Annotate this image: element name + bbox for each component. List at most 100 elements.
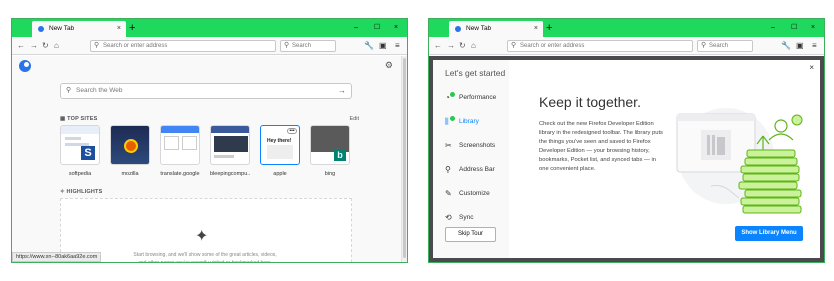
home-button[interactable]: ⌂ — [54, 40, 59, 52]
softpedia-logo-icon: S — [81, 146, 95, 160]
top-sites-heading: ▦ TOP SITES — [60, 116, 98, 122]
top-site-tile-bing[interactable]: b — [310, 125, 350, 165]
back-button[interactable]: ← — [17, 40, 25, 52]
minimize-button[interactable]: – — [771, 19, 775, 37]
address-bar-placeholder: Search or enter address — [103, 43, 168, 49]
top-site-label: softpedia — [68, 171, 92, 177]
highlights-empty-text: Start browsing, and we'll show some of t… — [133, 252, 277, 263]
maximize-button[interactable]: ☐ — [791, 19, 797, 37]
tour-item-label: Screenshots — [459, 142, 496, 149]
tour-item-customize[interactable]: ✎ Customize — [445, 188, 490, 200]
reload-button[interactable]: ↻ — [459, 40, 466, 52]
tour-item-sync[interactable]: ⟲ Sync — [445, 212, 473, 224]
skip-tour-button[interactable]: Skip Tour — [445, 227, 496, 242]
top-site-label: apple — [273, 171, 287, 177]
scissors-icon: ✂ — [445, 141, 452, 150]
firefox-favicon-icon — [455, 26, 461, 32]
tools-icon[interactable]: 🔧 — [781, 40, 791, 52]
more-options-icon[interactable]: ••• — [287, 128, 297, 134]
onboarding-description: Check out the new Firefox Developer Edit… — [539, 121, 663, 172]
onboarding-heading: Let's get started — [445, 68, 506, 78]
status-bar-url: https://www.xn--80ak6aa92e.com — [12, 252, 102, 262]
menu-icon[interactable]: ≡ — [812, 40, 817, 52]
scrollbar-thumb[interactable] — [403, 58, 406, 258]
tab-new-tab[interactable]: New Tab × — [449, 21, 543, 37]
tour-item-performance[interactable]: ◔ Performance — [445, 92, 496, 104]
tab-new-tab[interactable]: New Tab × — [32, 21, 126, 37]
close-window-button[interactable]: × — [811, 19, 815, 37]
address-bar[interactable]: ⚲ Search or enter address — [90, 40, 276, 52]
sync-icon: ⟲ — [445, 213, 452, 222]
highlights-label: HIGHLIGHTS — [66, 189, 103, 195]
search-box-placeholder: Search — [709, 43, 729, 49]
address-bar-placeholder: Search or enter address — [520, 43, 585, 49]
firefox-logo-icon — [124, 139, 138, 153]
library-icon: ⫼ — [445, 117, 449, 126]
scrollbar[interactable] — [401, 56, 407, 262]
onboarding-overlay: Let's get started ◔ Performance ⫼ Librar… — [429, 56, 824, 262]
search-go-icon[interactable]: → — [338, 84, 346, 98]
tour-item-label: Performance — [459, 94, 497, 101]
tools-icon[interactable]: 🔧 — [364, 40, 374, 52]
title-bar: New Tab × + – ☐ × — [12, 19, 407, 37]
reload-button[interactable]: ↻ — [42, 40, 49, 52]
onboarding-dialog: Let's get started ◔ Performance ⫼ Librar… — [433, 60, 820, 258]
top-site-label: mozilla — [121, 171, 139, 177]
home-button[interactable]: ⌂ — [471, 40, 476, 52]
web-search-placeholder: Search the Web — [76, 87, 123, 94]
highlights-heading: ✧ HIGHLIGHTS — [60, 189, 103, 195]
forward-button[interactable]: → — [30, 40, 38, 52]
web-search-input[interactable]: ⚲ Search the Web → — [60, 83, 352, 99]
address-bar[interactable]: ⚲ Search or enter address — [507, 40, 693, 52]
tour-item-label: Address Bar — [459, 166, 495, 173]
firefox-favicon-icon — [38, 26, 44, 32]
nav-toolbar: ← → ↻ ⌂ ⚲ Search or enter address ⚲ Sear… — [12, 37, 407, 55]
top-site-tile-mozilla[interactable] — [110, 125, 150, 165]
bing-logo-icon: b — [334, 149, 346, 161]
tab-close-icon[interactable]: × — [534, 21, 538, 37]
top-site-label: bleepingcompu... — [210, 171, 250, 177]
close-window-button[interactable]: × — [394, 19, 398, 37]
top-site-tile-apple[interactable]: Hey there! ••• — [260, 125, 300, 165]
search-icon: ⚲ — [445, 165, 451, 174]
minimize-button[interactable]: – — [354, 19, 358, 37]
firefox-logo-icon — [19, 60, 31, 72]
top-site-tile-translate-google[interactable] — [160, 125, 200, 165]
maximize-button[interactable]: ☐ — [374, 19, 380, 37]
search-icon: ⚲ — [701, 42, 707, 49]
close-icon[interactable]: × — [809, 63, 814, 72]
tab-close-icon[interactable]: × — [117, 21, 121, 37]
back-button[interactable]: ← — [434, 40, 442, 52]
tour-item-label: Sync — [459, 214, 474, 221]
search-box[interactable]: ⚲ Search — [697, 40, 753, 52]
new-tab-button[interactable]: + — [546, 20, 552, 36]
edit-top-sites-button[interactable]: Edit — [350, 116, 359, 122]
tour-item-label: Customize — [459, 190, 490, 197]
sidebar-icon[interactable]: ▣ — [796, 40, 804, 52]
gear-icon[interactable]: ⚙ — [385, 60, 393, 71]
top-site-tile-softpedia[interactable]: S — [60, 125, 100, 165]
top-site-tile-bleepingcomputer[interactable] — [210, 125, 250, 165]
top-site-label: bing — [324, 171, 336, 177]
onboarding-title: Keep it together. — [539, 94, 641, 110]
tab-title: New Tab — [466, 25, 492, 32]
browser-window-right: New Tab × + – ☐ × ← → ↻ ⌂ ⚲ Search or en… — [428, 18, 825, 263]
menu-icon[interactable]: ≡ — [395, 40, 400, 52]
show-library-menu-button[interactable]: Show Library Menu — [735, 226, 803, 241]
browser-window-left: New Tab × + – ☐ × ← → ↻ ⌂ ⚲ Search or en… — [11, 18, 408, 263]
nav-toolbar: ← → ↻ ⌂ ⚲ Search or enter address ⚲ Sear… — [429, 37, 824, 55]
brush-icon: ✎ — [445, 189, 452, 198]
tour-item-library[interactable]: ⫼ Library — [445, 116, 479, 128]
sidebar-icon[interactable]: ▣ — [379, 40, 387, 52]
tour-item-address-bar[interactable]: ⚲ Address Bar — [445, 164, 495, 176]
completed-check-icon — [450, 116, 455, 121]
tour-item-screenshots[interactable]: ✂ Screenshots — [445, 140, 495, 152]
search-icon: ⚲ — [284, 42, 290, 49]
forward-button[interactable]: → — [447, 40, 455, 52]
library-illustration — [676, 108, 803, 214]
search-box[interactable]: ⚲ Search — [280, 40, 336, 52]
completed-check-icon — [450, 92, 455, 97]
new-tab-button[interactable]: + — [129, 20, 135, 36]
title-bar: New Tab × + – ☐ × — [429, 19, 824, 37]
search-box-placeholder: Search — [292, 43, 312, 49]
